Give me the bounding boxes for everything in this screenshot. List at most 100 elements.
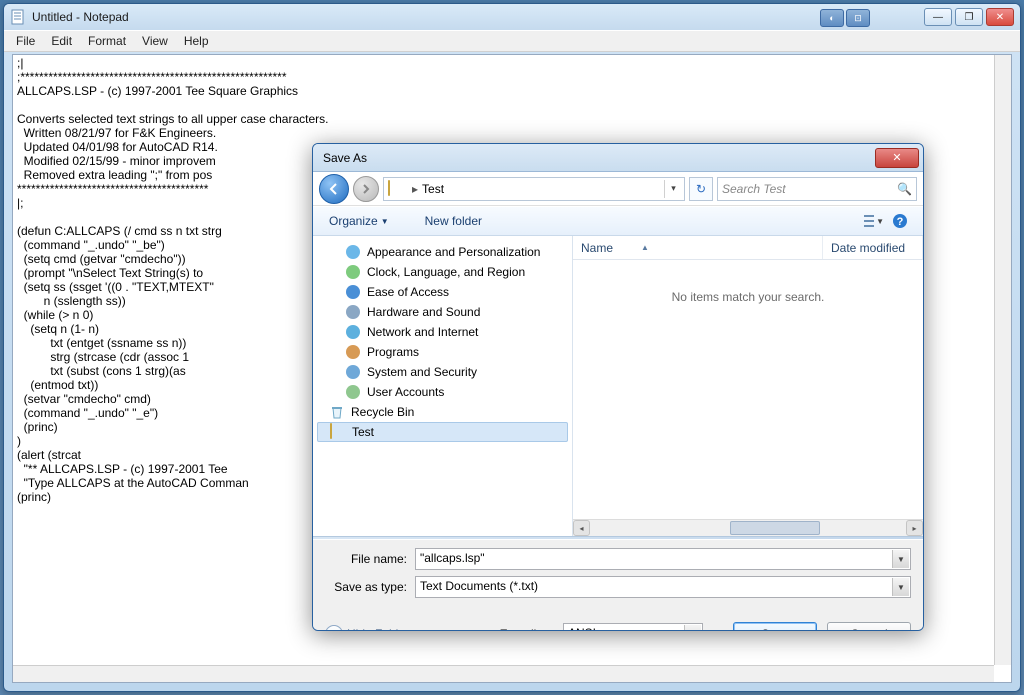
svg-text:?: ?: [897, 216, 904, 228]
file-list-pane[interactable]: Name▲ Date modified No items match your …: [573, 236, 923, 536]
nav-item-system[interactable]: System and Security: [317, 362, 568, 382]
nav-item-users[interactable]: User Accounts: [317, 382, 568, 402]
list-header: Name▲ Date modified: [573, 236, 923, 260]
horizontal-scrollbar[interactable]: [13, 665, 994, 682]
ease-icon: [345, 284, 361, 300]
encoding-dropdown[interactable]: ▼: [684, 625, 701, 631]
menu-help[interactable]: Help: [176, 32, 217, 50]
toolbar: Organize ▼ New folder ▼ ?: [313, 206, 923, 236]
menu-file[interactable]: File: [8, 32, 43, 50]
nav-row: ▸ Test ▾ ↻ Search Test 🔍: [313, 172, 923, 206]
nav-back-button[interactable]: [319, 174, 349, 204]
nav-item-label: Clock, Language, and Region: [367, 265, 525, 279]
editor-content: ;| ;************************************…: [17, 56, 328, 504]
nav-item-label: Test: [352, 425, 374, 439]
nav-item-ease[interactable]: Ease of Access: [317, 282, 568, 302]
nav-item-hardware[interactable]: Hardware and Sound: [317, 302, 568, 322]
nav-item-label: Recycle Bin: [351, 405, 414, 419]
column-name[interactable]: Name▲: [573, 236, 823, 259]
breadcrumb-dropdown[interactable]: ▾: [664, 180, 682, 198]
saveastype-select[interactable]: Text Documents (*.txt) ▼: [415, 576, 911, 598]
breadcrumb-bar[interactable]: ▸ Test ▾: [383, 177, 685, 201]
maximize-button[interactable]: ❐: [955, 8, 983, 26]
nav-item-recycle[interactable]: Recycle Bin: [317, 402, 568, 422]
nav-item-label: System and Security: [367, 365, 477, 379]
list-horizontal-scrollbar[interactable]: ◂ ▸: [573, 519, 923, 536]
nav-pane[interactable]: Appearance and Personalization Clock, Lan…: [313, 236, 573, 536]
cancel-button[interactable]: Cancel: [827, 622, 911, 631]
notepad-titlebar[interactable]: Untitled - Notepad ◐ ⊡ — ❐ ✕: [4, 4, 1020, 30]
nav-item-label: User Accounts: [367, 385, 444, 399]
search-icon: 🔍: [897, 182, 912, 196]
users-icon: [345, 384, 361, 400]
recycle-icon: [329, 404, 345, 420]
nav-item-label: Appearance and Personalization: [367, 245, 540, 259]
nav-item-folder[interactable]: Test: [317, 422, 568, 442]
dialog-close-button[interactable]: ✕: [875, 148, 919, 168]
empty-message: No items match your search.: [573, 260, 923, 334]
hide-folders-button[interactable]: ▲ Hide Folders: [325, 625, 415, 631]
encoding-label: Encoding:: [500, 627, 553, 631]
organize-button[interactable]: Organize ▼: [323, 211, 395, 231]
programs-icon: [345, 344, 361, 360]
nav-item-appearance[interactable]: Appearance and Personalization: [317, 242, 568, 262]
menubar: File Edit Format View Help: [4, 30, 1020, 52]
notepad-title: Untitled - Notepad: [32, 10, 924, 24]
nav-item-label: Hardware and Sound: [367, 305, 480, 319]
vertical-scrollbar[interactable]: [994, 55, 1011, 665]
scroll-thumb[interactable]: [730, 521, 820, 535]
chevron-icon: ▸: [412, 182, 418, 196]
close-button[interactable]: ✕: [986, 8, 1014, 26]
notepad-icon: [10, 9, 26, 25]
filename-value: "allcaps.lsp": [420, 551, 485, 565]
dialog-body: Appearance and Personalization Clock, Lan…: [313, 236, 923, 536]
filename-input[interactable]: "allcaps.lsp" ▼: [415, 548, 911, 570]
dialog-titlebar[interactable]: Save As ✕: [313, 144, 923, 172]
refresh-button[interactable]: ↻: [689, 177, 713, 201]
minimize-button[interactable]: —: [924, 8, 952, 26]
new-folder-button[interactable]: New folder: [419, 211, 488, 231]
nav-item-label: Programs: [367, 345, 419, 359]
search-placeholder: Search Test: [722, 182, 786, 196]
nav-item-label: Network and Internet: [367, 325, 478, 339]
network-icon: [345, 324, 361, 340]
folder-icon: [330, 424, 346, 440]
saveastype-label: Save as type:: [325, 580, 415, 594]
hardware-icon: [345, 304, 361, 320]
clock-icon: [345, 264, 361, 280]
chevron-down-icon: ▼: [381, 217, 389, 226]
menu-view[interactable]: View: [134, 32, 176, 50]
dialog-title: Save As: [323, 151, 875, 165]
save-as-dialog: Save As ✕ ▸ Test ▾ ↻ Search Test 🔍 Organ…: [312, 143, 924, 631]
nav-item-network[interactable]: Network and Internet: [317, 322, 568, 342]
aux-button-1[interactable]: ◐: [820, 9, 844, 27]
filename-dropdown[interactable]: ▼: [892, 550, 909, 568]
menu-edit[interactable]: Edit: [43, 32, 80, 50]
system-icon: [345, 364, 361, 380]
nav-forward-button[interactable]: [353, 176, 379, 202]
aux-button-2[interactable]: ⊡: [846, 9, 870, 27]
saveastype-dropdown[interactable]: ▼: [892, 578, 909, 596]
help-button[interactable]: ?: [890, 211, 910, 231]
hide-folders-label: Hide Folders: [347, 627, 415, 631]
dialog-bottom: File name: "allcaps.lsp" ▼ Save as type:…: [313, 540, 923, 614]
breadcrumb-item[interactable]: Test: [422, 182, 444, 196]
search-input[interactable]: Search Test 🔍: [717, 177, 917, 201]
appearance-icon: [345, 244, 361, 260]
menu-format[interactable]: Format: [80, 32, 134, 50]
save-button[interactable]: Save: [733, 622, 817, 631]
sort-indicator-icon: ▲: [641, 243, 649, 252]
encoding-select[interactable]: ANSI ▼: [563, 623, 703, 631]
view-options-button[interactable]: ▼: [864, 211, 884, 231]
encoding-value: ANSI: [568, 626, 596, 631]
column-date[interactable]: Date modified: [823, 236, 923, 259]
dialog-footer: ▲ Hide Folders Encoding: ANSI ▼ Save Can…: [313, 614, 923, 631]
saveastype-value: Text Documents (*.txt): [420, 579, 538, 593]
collapse-icon: ▲: [325, 625, 343, 631]
nav-item-label: Ease of Access: [367, 285, 449, 299]
nav-item-programs[interactable]: Programs: [317, 342, 568, 362]
scroll-right-button[interactable]: ▸: [906, 520, 923, 536]
scroll-left-button[interactable]: ◂: [573, 520, 590, 536]
nav-item-clock[interactable]: Clock, Language, and Region: [317, 262, 568, 282]
folder-icon: [388, 181, 404, 197]
